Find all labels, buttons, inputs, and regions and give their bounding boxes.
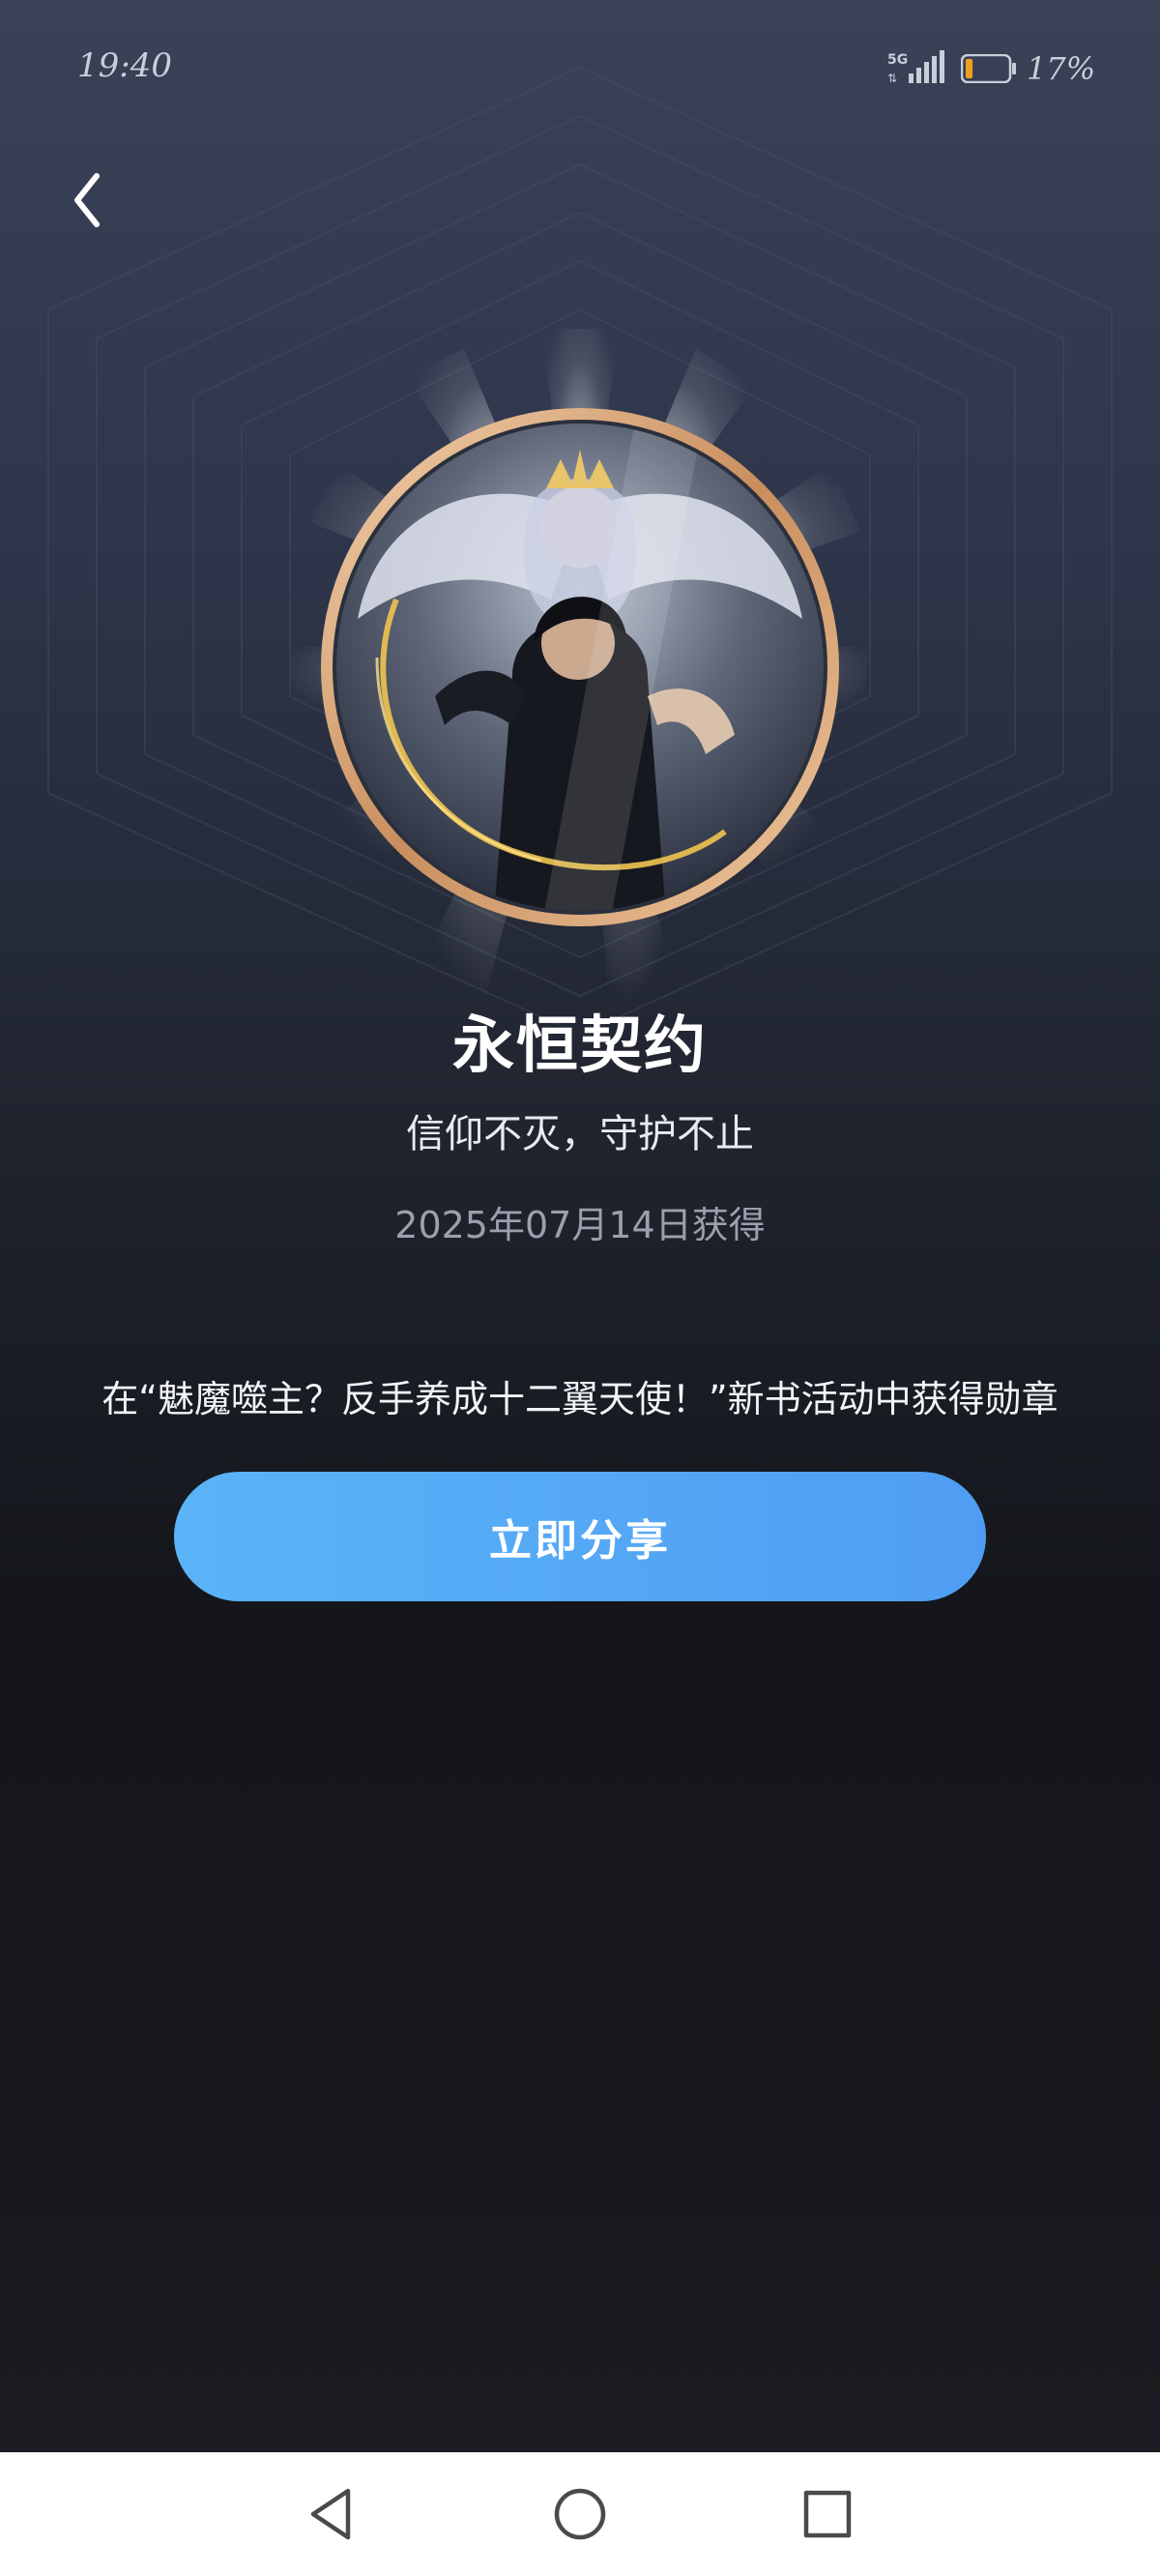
badge-obtained-date: 2025年07月14日获得 [394,1204,766,1246]
nav-home-button[interactable] [551,2485,609,2543]
battery-percent: 17% [1027,50,1096,87]
chevron-left-icon [74,173,100,227]
network-type: 5G [887,52,908,68]
status-bar: 19:40 5G ⇅ 17% [0,0,1160,126]
badge-detail-screen: 19:40 5G ⇅ 17% 永恒契约 信仰不灭，守护不止 2025年07月14… [0,0,1160,2576]
square-recent-icon [803,2490,852,2538]
share-button[interactable]: 立即分享 [174,1472,986,1601]
status-time: 19:40 [77,46,172,85]
nav-recent-button[interactable] [798,2485,856,2543]
nav-back-button[interactable] [304,2485,362,2543]
badge-description: 在“魅魔噬主？反手养成十二翼天使！”新书活动中获得勋章 [102,1378,1058,1420]
badge-image [321,408,839,926]
badge-subtitle: 信仰不灭，守护不止 [406,1112,754,1156]
svg-text:⇅: ⇅ [887,72,897,85]
badge-title: 永恒契约 [452,1010,708,1082]
system-nav-bar [0,2452,1160,2576]
signal-icon: 5G ⇅ [887,50,944,85]
circle-home-icon [554,2488,606,2540]
battery-icon [961,54,1016,83]
triangle-back-icon [310,2488,351,2540]
back-button[interactable] [64,166,112,234]
